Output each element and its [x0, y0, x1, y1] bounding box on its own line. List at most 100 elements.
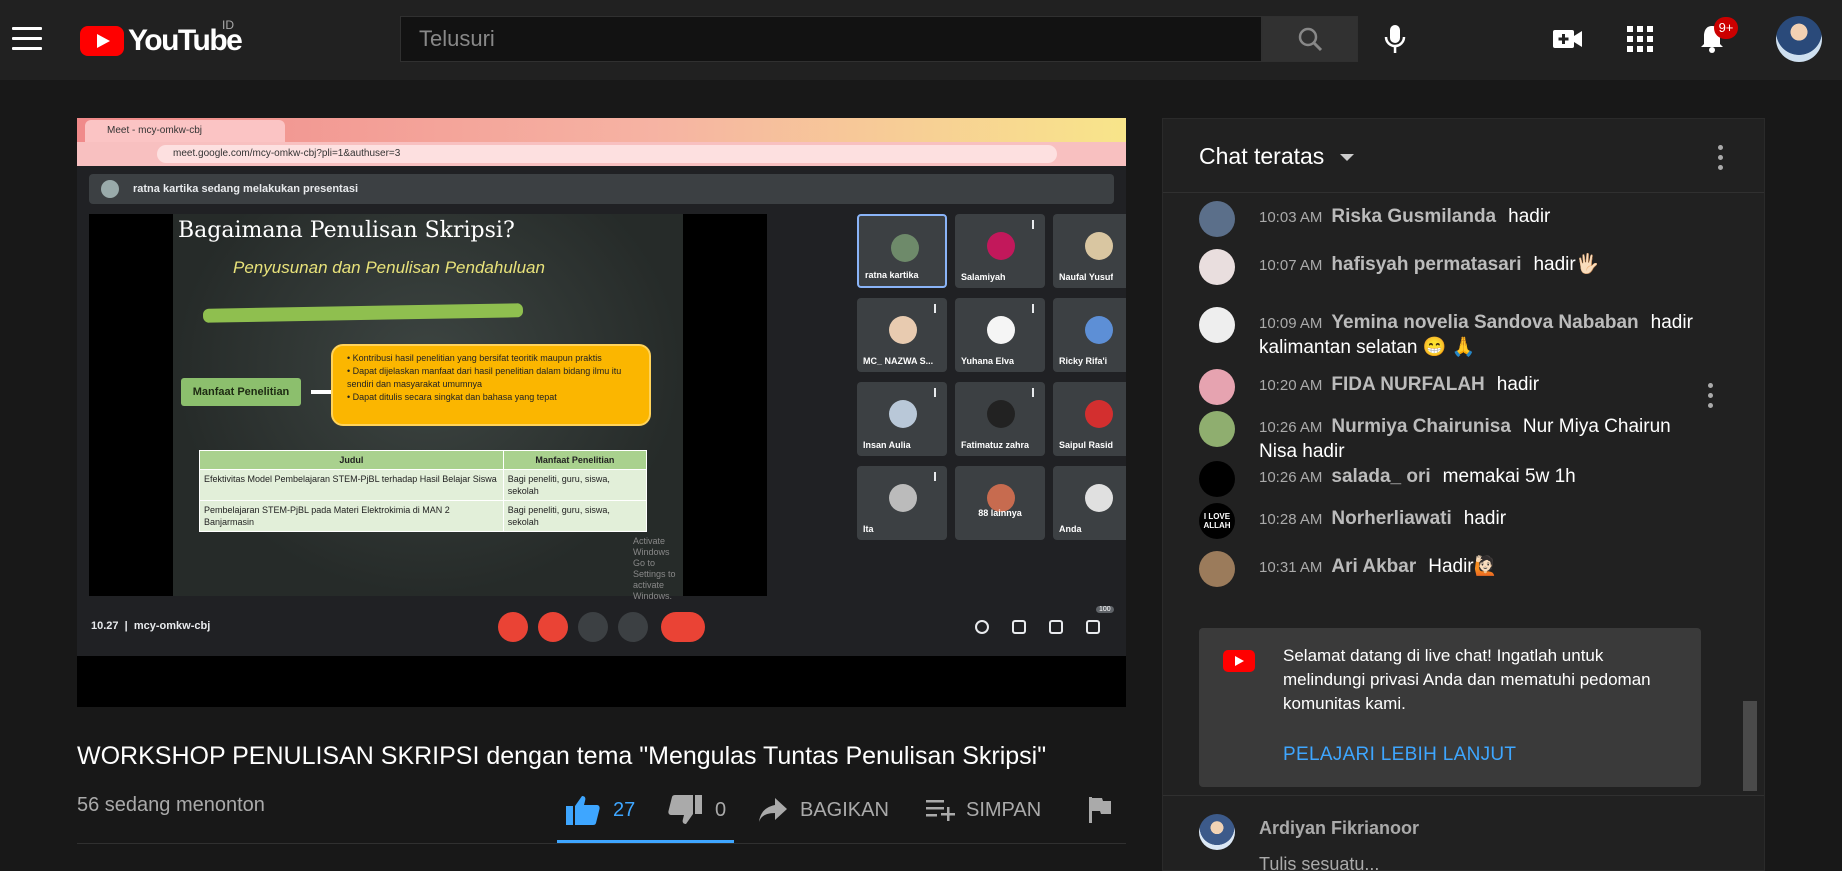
chat-author-name[interactable]: Riska Gusmilanda: [1331, 206, 1496, 227]
info-icon[interactable]: [975, 620, 989, 634]
chat-timestamp: 10:26 AM: [1259, 469, 1323, 486]
participant-name: Ita: [863, 524, 874, 534]
participant-tile[interactable]: Insan Aulia: [857, 382, 947, 456]
chat-author-name[interactable]: FIDA NURFALAH: [1331, 374, 1484, 395]
chat-scrollbar-thumb[interactable]: [1743, 701, 1757, 791]
more-options-button[interactable]: [618, 612, 648, 642]
chat-message-text: hadir: [1496, 374, 1540, 395]
chat-author-name[interactable]: Norherliawati: [1331, 508, 1451, 529]
message-more-icon[interactable]: [1708, 383, 1714, 409]
participant-tile[interactable]: Ita: [857, 466, 947, 540]
account-avatar[interactable]: [1776, 16, 1822, 62]
participant-avatar: [987, 316, 1015, 344]
participant-tile[interactable]: Fatimatuz zahra: [955, 382, 1045, 456]
chat-input-area: Ardiyan Fikrianoor Tulis sesuatu...: [1163, 795, 1764, 870]
chat-author-name[interactable]: Ari Akbar: [1331, 556, 1416, 577]
table-row: Efektivitas Model Pembelajaran STEM-PjBL…: [199, 469, 648, 501]
table-header: Judul: [199, 450, 504, 470]
end-call-button[interactable]: [661, 612, 705, 642]
chat-message-text: memakai 5w 1h: [1442, 466, 1576, 487]
browser-tab-bar: Meet - mcy-omkw-cbj: [77, 118, 1126, 142]
chat-mode-dropdown[interactable]: Chat teratas: [1199, 143, 1324, 170]
like-button[interactable]: 27: [565, 790, 635, 830]
activities-icon[interactable]: [1086, 620, 1100, 634]
dislike-count: 0: [715, 798, 727, 821]
chat-more-icon[interactable]: [1718, 145, 1724, 171]
meet-control-bar: 10.27 | mcy-omkw-cbj 100: [77, 604, 1126, 656]
browser-address-bar: meet.google.com/mcy-omkw-cbj?pli=1&authu…: [77, 142, 1126, 166]
chat-timestamp: 10:28 AM: [1259, 511, 1323, 528]
live-chat-panel: Chat teratas 10:03 AM Riska Gusmilanda had…: [1162, 118, 1765, 871]
dislike-button[interactable]: 0: [667, 790, 726, 830]
activate-windows-watermark: Activate Windows Go to Settings to activ…: [633, 536, 683, 602]
chat-message-body: 10:20 AM FIDA NURFALAH hadir: [1259, 373, 1709, 398]
chat-message-text: hadir🖐🏻: [1533, 254, 1600, 275]
participant-name: MC_ NAZWA S...: [863, 356, 934, 366]
caret-down-icon[interactable]: [1340, 154, 1354, 161]
participant-name: Naufal Yusuf: [1059, 272, 1114, 282]
participant-tile[interactable]: Yuhana Elva: [955, 298, 1045, 372]
participant-avatar: [1085, 484, 1113, 512]
table-header: Manfaat Penelitian: [502, 450, 648, 470]
chat-icon[interactable]: [1049, 620, 1063, 634]
view-count: 56 sedang menonton: [77, 794, 265, 816]
chat-author-name[interactable]: hafisyah permatasari: [1331, 254, 1521, 275]
chat-author-name[interactable]: salada_ ori: [1331, 466, 1430, 487]
save-label: SIMPAN: [966, 798, 1042, 821]
voice-search-button[interactable]: [1373, 17, 1417, 61]
slide-table: Judul Manfaat Penelitian Efektivitas Mod…: [199, 450, 648, 532]
meeting-info: 10.27 | mcy-omkw-cbj: [91, 620, 210, 632]
present-button[interactable]: [578, 612, 608, 642]
meeting-code: mcy-omkw-cbj: [133, 620, 211, 632]
more-participants-tile[interactable]: 88 lainnya: [955, 466, 1045, 540]
participant-tile[interactable]: Saipul Rasid: [1053, 382, 1126, 456]
chat-input[interactable]: Tulis sesuatu...: [1259, 854, 1379, 870]
participant-tile[interactable]: Naufal Yusuf: [1053, 214, 1126, 288]
people-icon[interactable]: [1012, 620, 1026, 634]
chat-message-body: 10:26 AM Nurmiya Chairunisa Nur Miya Chair…: [1259, 415, 1709, 464]
participant-avatar: [889, 484, 917, 512]
video-title: WORKSHOP PENULISAN SKRIPSI dengan tema "…: [77, 742, 1047, 770]
chat-author-name[interactable]: Nurmiya Chairunisa: [1331, 416, 1511, 437]
participant-tile[interactable]: Ricky Rifa'i: [1053, 298, 1126, 372]
meeting-time: 10.27: [91, 620, 119, 632]
slide-bullet: Dapat ditulis secara singkat dan bahasa …: [347, 391, 639, 404]
participant-avatar: [987, 400, 1015, 428]
user-avatar: [1199, 814, 1235, 850]
video-camera-plus-icon: [1553, 30, 1582, 48]
chat-timestamp: 10:07 AM: [1259, 257, 1323, 274]
presenting-banner: ratna kartika sedang melakukan presentas…: [89, 174, 1114, 204]
save-button[interactable]: SIMPAN: [926, 790, 1041, 830]
youtube-logo-icon: [1223, 650, 1255, 672]
chat-timestamp: 10:09 AM: [1259, 315, 1323, 332]
chat-author-name[interactable]: Yemina novelia Sandova Nababan: [1331, 312, 1638, 333]
mic-muted-icon: [1029, 304, 1037, 313]
chat-timestamp: 10:31 AM: [1259, 559, 1323, 576]
camera-off-button[interactable]: [538, 612, 568, 642]
share-button[interactable]: BAGIKAN: [758, 790, 889, 830]
browser-url: meet.google.com/mcy-omkw-cbj?pli=1&authu…: [157, 145, 1057, 163]
learn-more-link[interactable]: PELAJARI LEBIH LANJUT: [1283, 744, 1516, 766]
report-button[interactable]: [1088, 790, 1112, 830]
chat-timestamp: 10:03 AM: [1259, 209, 1323, 226]
chat-message-body: 10:26 AM salada_ ori memakai 5w 1h: [1259, 465, 1709, 490]
search-button[interactable]: [1262, 16, 1358, 62]
participant-count-badge: 100: [1096, 606, 1114, 613]
participant-tile[interactable]: Salamiyah: [955, 214, 1045, 288]
participant-tile[interactable]: MC_ NAZWA S...: [857, 298, 947, 372]
table-cell: Pembelajaran STEM-PjBL pada Materi Elekt…: [199, 500, 504, 532]
hamburger-menu-icon[interactable]: [12, 27, 42, 51]
participant-tile[interactable]: Anda: [1053, 466, 1126, 540]
mic-off-button[interactable]: [498, 612, 528, 642]
search-input[interactable]: [401, 17, 1261, 61]
apps-button[interactable]: [1618, 17, 1662, 61]
video-player[interactable]: Meet - mcy-omkw-cbj meet.google.com/mcy-…: [77, 118, 1126, 707]
share-arrow-icon: [759, 798, 787, 822]
create-video-button[interactable]: [1546, 17, 1590, 61]
slide-subtitle: Penyusunan dan Penulisan Pendahuluan: [233, 258, 545, 277]
search-box: [400, 16, 1262, 62]
chat-message-body: 10:28 AM Norherliawati hadir: [1259, 507, 1709, 532]
participant-tile[interactable]: ratna kartika: [857, 214, 947, 288]
watermark-line: Activate Windows: [633, 536, 670, 557]
user-name: Ardiyan Fikrianoor: [1259, 818, 1420, 838]
